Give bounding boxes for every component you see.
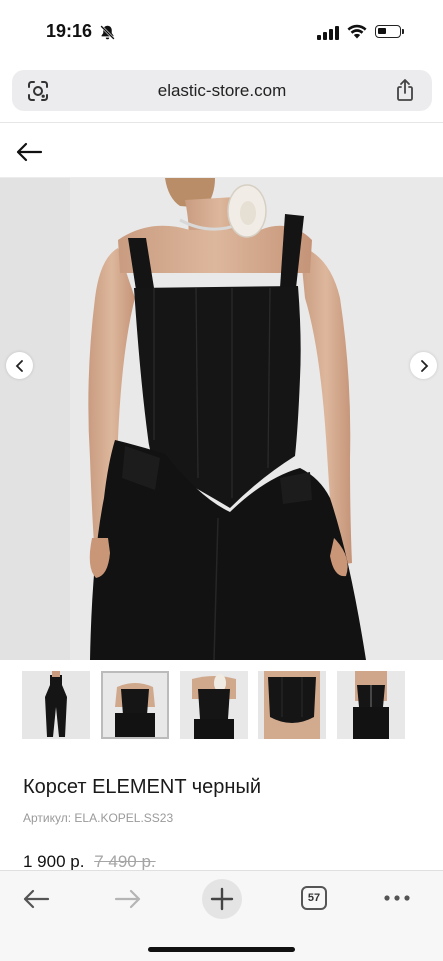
back-arrow-icon[interactable]: [15, 140, 43, 164]
status-bar: 19:16: [0, 0, 443, 62]
battery-tip: [402, 29, 404, 34]
thumbnail-2[interactable]: [101, 671, 169, 739]
tabs-count-button[interactable]: 57: [301, 886, 327, 910]
product-photo: [0, 178, 443, 660]
status-time: 19:16: [46, 21, 93, 41]
thumbnail-1[interactable]: [22, 671, 90, 739]
thumbnail-4[interactable]: [258, 671, 326, 739]
product-image-carousel[interactable]: [0, 178, 443, 660]
thumbnail-strip: [0, 667, 443, 743]
sku-label: Артикул:: [23, 811, 72, 825]
browser-back-icon[interactable]: [22, 888, 50, 910]
url-text[interactable]: elastic-store.com: [12, 81, 432, 101]
product-sku: Артикул: ELA.KOPEL.SS23: [23, 811, 173, 825]
wifi-icon: [347, 24, 367, 39]
sku-value: ELA.KOPEL.SS23: [74, 811, 174, 825]
share-icon[interactable]: [394, 78, 416, 102]
battery-icon: [375, 25, 401, 38]
more-menu-icon[interactable]: [384, 895, 410, 901]
chevron-right-icon: [420, 359, 428, 372]
cellular-signal-icon: [317, 26, 339, 40]
thumbnail-5[interactable]: [337, 671, 405, 739]
address-bar[interactable]: elastic-store.com: [12, 70, 432, 111]
new-tab-button[interactable]: [202, 879, 242, 919]
home-indicator: [148, 947, 295, 952]
browser-forward-icon[interactable]: [114, 888, 142, 910]
thumbnail-3[interactable]: [180, 671, 248, 739]
carousel-prev-button[interactable]: [6, 352, 33, 379]
carousel-next-button[interactable]: [410, 352, 437, 379]
header-divider: [0, 122, 443, 123]
product-title: Корсет ELEMENT черный: [23, 776, 261, 798]
chevron-left-icon: [15, 359, 23, 372]
price-current: 1 900 р.: [23, 852, 85, 871]
price-old: 7 490 р.: [94, 852, 156, 871]
price-row: 1 900 р. 7 490 р.: [23, 852, 156, 872]
bell-muted-icon: [100, 25, 115, 40]
plus-icon: [210, 887, 234, 911]
